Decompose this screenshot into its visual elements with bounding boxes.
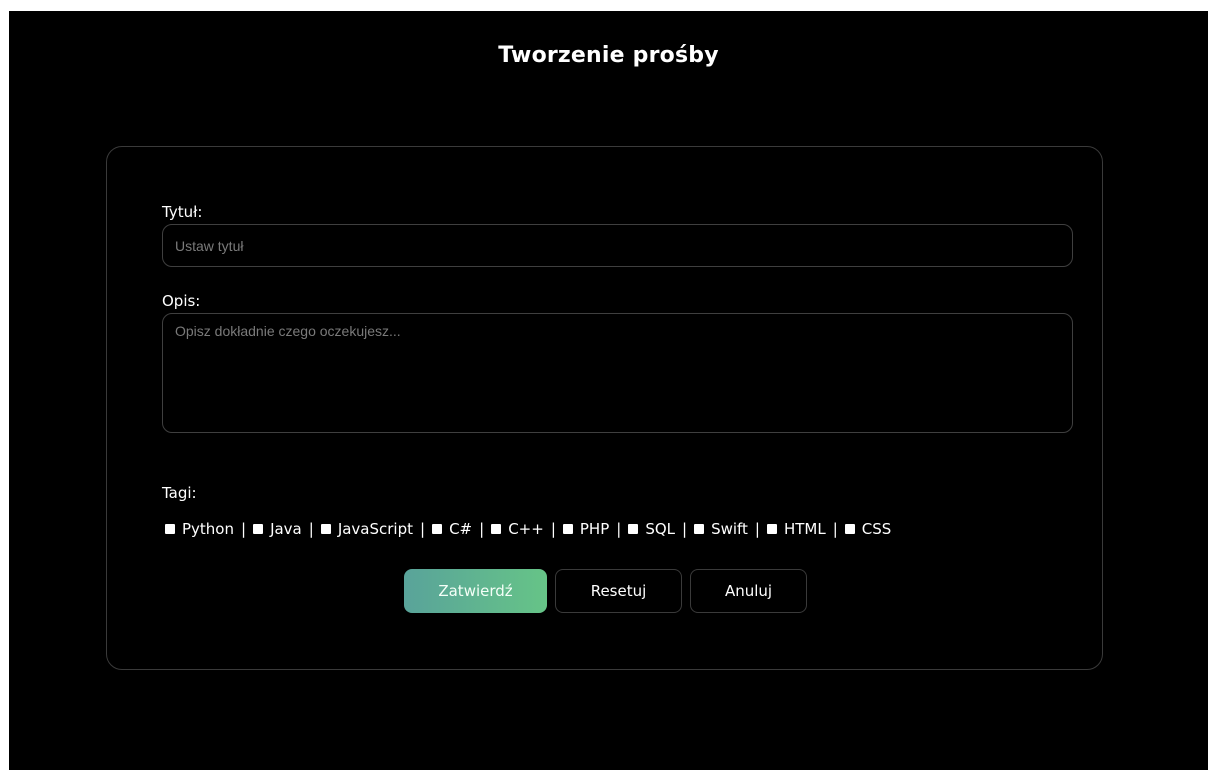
tag-sql[interactable]: SQL (628, 520, 675, 538)
checkbox-icon[interactable] (844, 524, 855, 534)
tag-separator: | (420, 520, 426, 538)
description-textarea[interactable] (162, 313, 1073, 433)
description-label: Opis: (162, 292, 201, 310)
request-form-card: Tytuł: Opis: Tagi: Python | Java | JavaS… (106, 146, 1103, 670)
cancel-button[interactable]: Anuluj (690, 569, 807, 613)
tag-label: C# (449, 520, 473, 538)
tag-separator: | (241, 520, 247, 538)
form-buttons: Zatwierdź Resetuj Anuluj (404, 569, 807, 613)
tag-separator: | (754, 520, 760, 538)
tag-swift[interactable]: Swift (694, 520, 748, 538)
checkbox-icon[interactable] (562, 524, 573, 534)
tag-csharp[interactable]: C# (432, 520, 472, 538)
tag-separator: | (550, 520, 556, 538)
checkbox-icon[interactable] (694, 524, 705, 534)
checkbox-icon[interactable] (432, 524, 443, 534)
tag-php[interactable]: PHP (562, 520, 610, 538)
tags-row: Python | Java | JavaScript | C# | C++ | … (165, 520, 891, 538)
tag-label: JavaScript (337, 520, 414, 538)
reset-button[interactable]: Resetuj (555, 569, 682, 613)
tag-label: C++ (508, 520, 544, 538)
checkbox-icon[interactable] (766, 524, 777, 534)
tag-javascript[interactable]: JavaScript (320, 520, 414, 538)
tag-java[interactable]: Java (253, 520, 302, 538)
checkbox-icon[interactable] (253, 524, 264, 534)
title-input[interactable] (162, 224, 1073, 267)
tag-label: Java (270, 520, 302, 538)
tag-label: Python (182, 520, 234, 538)
tag-html[interactable]: HTML (766, 520, 826, 538)
tag-label: CSS (861, 520, 892, 538)
tag-label: Swift (711, 520, 748, 538)
app-screen: Tworzenie prośby Tytuł: Opis: Tagi: Pyth… (9, 11, 1208, 770)
tag-separator: | (832, 520, 838, 538)
page-title: Tworzenie prośby (498, 43, 719, 68)
title-label: Tytuł: (162, 203, 203, 221)
checkbox-icon[interactable] (491, 524, 502, 534)
checkbox-icon[interactable] (628, 524, 639, 534)
submit-button[interactable]: Zatwierdź (404, 569, 547, 613)
tag-label: SQL (645, 520, 675, 538)
tag-css[interactable]: CSS (844, 520, 892, 538)
tags-label: Tagi: (162, 484, 197, 502)
tag-separator: | (479, 520, 485, 538)
tag-separator: | (308, 520, 314, 538)
tag-cpp[interactable]: C++ (491, 520, 544, 538)
tag-label: PHP (579, 520, 610, 538)
checkbox-icon[interactable] (165, 524, 175, 534)
tag-separator: | (616, 520, 622, 538)
tag-separator: | (682, 520, 688, 538)
tag-label: HTML (783, 520, 826, 538)
tag-python[interactable]: Python (165, 520, 234, 538)
checkbox-icon[interactable] (320, 524, 331, 534)
